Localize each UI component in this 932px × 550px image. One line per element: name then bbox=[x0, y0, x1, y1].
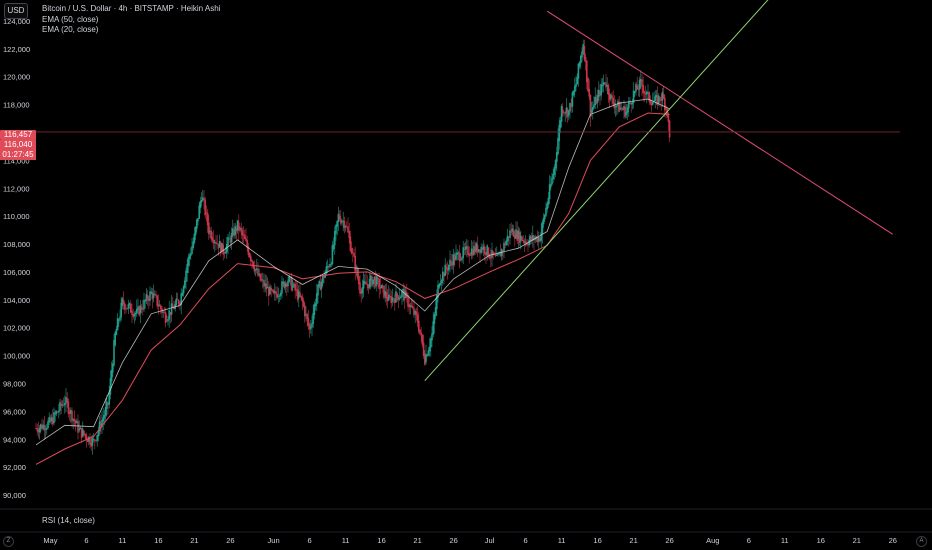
candle-body bbox=[118, 320, 120, 321]
price-chart[interactable]: 90,000 92,000 94,000 96,000 98,000 100,000 102… bbox=[0, 0, 932, 550]
candle-body bbox=[560, 106, 563, 122]
time-tick-label: 6 bbox=[84, 536, 88, 545]
candle-body bbox=[304, 305, 306, 317]
candle-body bbox=[53, 412, 55, 423]
time-tick-label: May bbox=[43, 536, 57, 545]
time-tick-label: 26 bbox=[226, 536, 234, 545]
time-tick-label: 21 bbox=[629, 536, 637, 545]
candle-body bbox=[126, 308, 128, 310]
time-tick-label: 11 bbox=[342, 536, 350, 545]
currency-button[interactable]: USD bbox=[4, 3, 28, 19]
price-tick-label: 102,000 bbox=[3, 324, 30, 333]
candle-body bbox=[208, 222, 210, 235]
time-tick-label: 16 bbox=[593, 536, 601, 545]
ema20-legend[interactable]: EMA (20, close) bbox=[42, 25, 220, 36]
price-tick-label: 106,000 bbox=[3, 268, 30, 277]
candle-body bbox=[44, 429, 47, 430]
price-tick-label: 108,000 bbox=[3, 240, 30, 249]
price-tick-label: 94,000 bbox=[3, 435, 26, 444]
time-tick-label: Jun bbox=[268, 536, 280, 545]
candle-body bbox=[257, 268, 259, 276]
candle-body bbox=[462, 247, 464, 258]
time-tick-label: 26 bbox=[449, 536, 457, 545]
price-tick-label: 120,000 bbox=[3, 73, 30, 82]
chart-title[interactable]: Bitcoin / U.S. Dollar · 4h · BITSTAMP · … bbox=[42, 4, 220, 15]
time-tick-label: 11 bbox=[119, 536, 127, 545]
time-tick-label: 16 bbox=[154, 536, 162, 545]
candle-body bbox=[425, 354, 427, 363]
candle-body bbox=[380, 284, 383, 289]
price-tick-label: 118,000 bbox=[3, 101, 30, 110]
candle-body bbox=[509, 230, 511, 238]
candle-body bbox=[624, 106, 626, 117]
candle-body bbox=[668, 120, 671, 138]
candle-body bbox=[449, 259, 451, 267]
price-tick-label: 98,000 bbox=[3, 379, 26, 388]
current-price-badge: 116,040 bbox=[0, 140, 36, 150]
candle-body bbox=[354, 255, 356, 272]
candle-body bbox=[391, 297, 394, 302]
candle-body bbox=[605, 82, 607, 88]
chart-legend: Bitcoin / U.S. Dollar · 4h · BITSTAMP · … bbox=[42, 4, 220, 36]
candle-body bbox=[426, 355, 428, 357]
candle-body bbox=[340, 218, 342, 224]
bar-countdown-badge: 01:27:45 bbox=[0, 150, 36, 160]
rsi-legend[interactable]: RSI (14, close) bbox=[42, 516, 95, 525]
time-tick-label: 21 bbox=[853, 536, 861, 545]
time-tick-label: 6 bbox=[524, 536, 528, 545]
candle-body bbox=[77, 421, 79, 433]
price-tick-label: 90,000 bbox=[3, 491, 26, 500]
time-tick-label: 16 bbox=[817, 536, 825, 545]
time-tick-label: Jul bbox=[485, 536, 495, 545]
candle-body bbox=[469, 255, 472, 256]
ema50-legend[interactable]: EMA (50, close) bbox=[42, 15, 220, 26]
price-tick-label: 112,000 bbox=[3, 184, 30, 193]
price-tick-label: 110,000 bbox=[3, 212, 30, 221]
price-badge-upper: 116,457 bbox=[0, 130, 36, 140]
time-tick-label: 6 bbox=[747, 536, 751, 545]
candle-body bbox=[476, 244, 479, 253]
candle-body bbox=[139, 305, 142, 314]
candle-body bbox=[91, 438, 94, 446]
time-tick-label: 21 bbox=[413, 536, 421, 545]
candle-body bbox=[71, 410, 73, 422]
price-tick-label: 122,000 bbox=[3, 45, 30, 54]
candle-body bbox=[227, 237, 229, 246]
candle-body bbox=[395, 291, 397, 303]
price-tick-label: 92,000 bbox=[3, 463, 26, 472]
time-tick-label: Aug bbox=[706, 536, 719, 545]
candle-body bbox=[569, 103, 571, 112]
price-tick-label: 104,000 bbox=[3, 296, 30, 305]
candle-body bbox=[564, 112, 566, 114]
time-tick-label: 11 bbox=[781, 536, 789, 545]
candle-body bbox=[510, 231, 512, 233]
timezone-button[interactable]: Z bbox=[3, 536, 14, 547]
time-tick-label: 16 bbox=[377, 536, 385, 545]
candle-body bbox=[388, 294, 390, 301]
candle-body bbox=[54, 413, 56, 415]
time-tick-label: 11 bbox=[558, 536, 566, 545]
candle-body bbox=[116, 318, 119, 331]
candle-body bbox=[444, 264, 446, 276]
candle-body bbox=[170, 303, 173, 315]
time-tick-label: 26 bbox=[665, 536, 673, 545]
candle-body bbox=[265, 283, 268, 290]
chart-background bbox=[0, 0, 932, 550]
candle-body bbox=[503, 242, 505, 251]
candle-body bbox=[238, 222, 240, 231]
auto-scale-button[interactable]: A bbox=[916, 536, 927, 547]
time-tick-label: 6 bbox=[308, 536, 312, 545]
time-tick-label: 26 bbox=[889, 536, 897, 545]
candle-body bbox=[506, 235, 509, 242]
candle-body bbox=[59, 401, 61, 411]
candle-body bbox=[290, 277, 293, 291]
price-tick-label: 100,000 bbox=[3, 352, 30, 361]
time-tick-label: 21 bbox=[190, 536, 198, 545]
price-tick-label: 96,000 bbox=[3, 407, 26, 416]
candle-body bbox=[253, 266, 256, 272]
candle-body bbox=[175, 298, 178, 305]
candle-body bbox=[376, 276, 378, 285]
candle-body bbox=[278, 295, 281, 297]
